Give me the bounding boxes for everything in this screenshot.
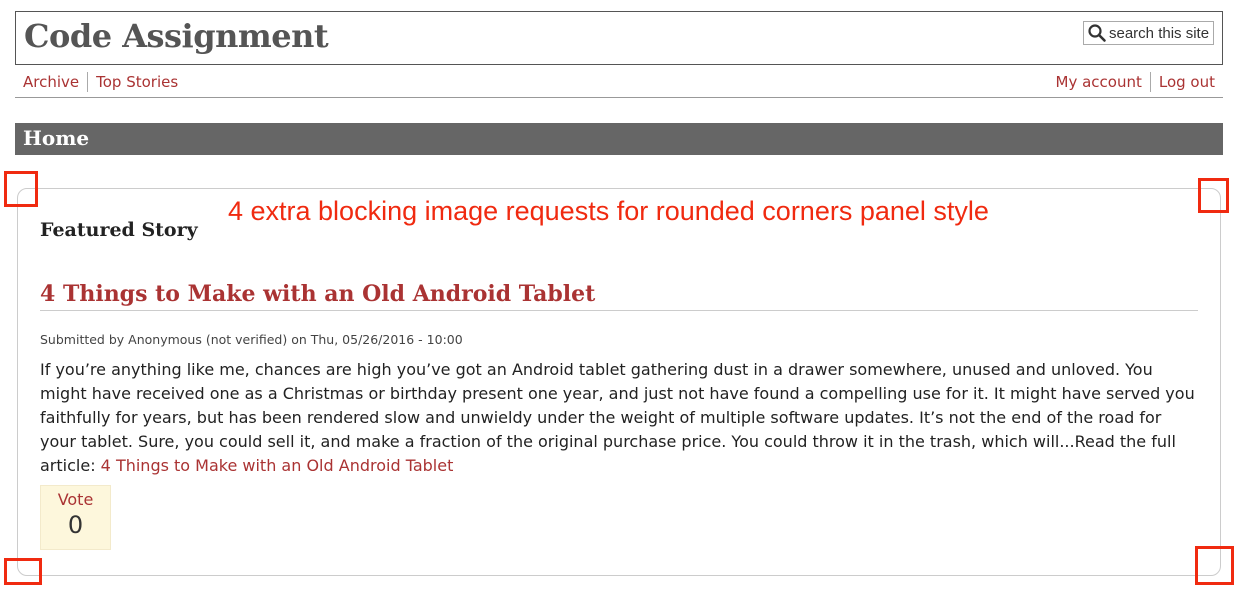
story-title: 4 Things to Make with an Old Android Tab…	[40, 281, 1198, 311]
corner-marker-top-left	[4, 171, 38, 207]
site-header: Code Assignment	[15, 11, 1223, 65]
nav-link-log-out[interactable]: Log out	[1149, 72, 1223, 92]
site-title[interactable]: Code Assignment	[24, 17, 329, 55]
read-more-link[interactable]: 4 Things to Make with an Old Android Tab…	[101, 456, 454, 475]
nav-link-archive[interactable]: Archive	[15, 72, 87, 92]
story-title-link[interactable]: 4 Things to Make with an Old Android Tab…	[40, 281, 595, 307]
search-box[interactable]	[1083, 21, 1214, 45]
primary-nav: Archive Top Stories	[15, 72, 186, 92]
corner-marker-bottom-right	[1195, 546, 1234, 585]
page-title: Home	[23, 126, 90, 150]
vote-widget[interactable]: Vote 0	[40, 485, 111, 550]
secondary-nav: My account Log out	[1048, 72, 1224, 92]
search-input[interactable]	[1107, 24, 1213, 42]
nav-link-my-account[interactable]: My account	[1048, 72, 1150, 92]
nav-bar: Archive Top Stories My account Log out	[15, 70, 1223, 98]
featured-heading: Featured Story	[40, 219, 198, 241]
page-title-bar: Home	[15, 123, 1223, 155]
nav-link-top-stories[interactable]: Top Stories	[87, 72, 186, 92]
corner-marker-bottom-left	[4, 558, 42, 585]
vote-label[interactable]: Vote	[41, 490, 110, 509]
annotation-text: 4 extra blocking image requests for roun…	[228, 196, 989, 226]
corner-marker-top-right	[1198, 178, 1229, 213]
submitted-info: Submitted by Anonymous (not verified) on…	[40, 332, 463, 347]
search-icon	[1088, 24, 1106, 42]
vote-count: 0	[67, 511, 84, 539]
story-body: If you’re anything like me, chances are …	[40, 358, 1200, 478]
